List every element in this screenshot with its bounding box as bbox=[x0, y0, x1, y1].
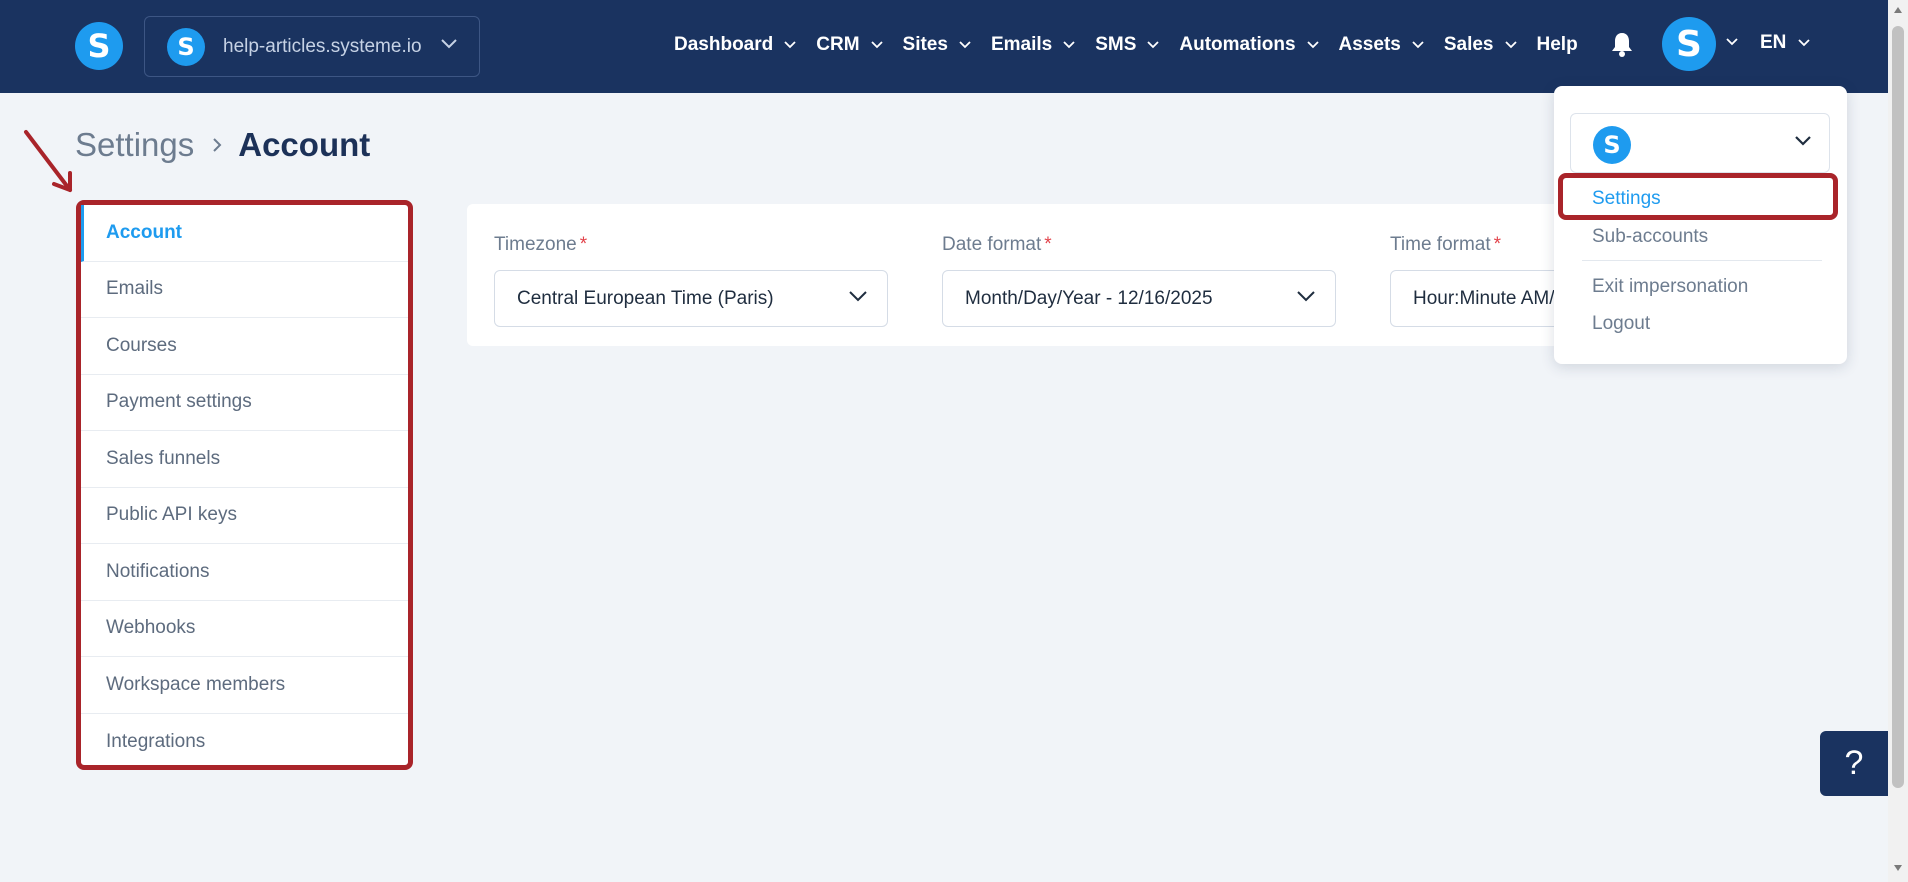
chevron-down-icon bbox=[1504, 41, 1517, 49]
timezone-label: Timezone * bbox=[494, 234, 888, 260]
nav-item-sites[interactable]: Sites bbox=[903, 34, 971, 56]
nav-item-dashboard[interactable]: Dashboard bbox=[674, 34, 796, 56]
time-format-label-text: Time format bbox=[1390, 234, 1491, 255]
sidebar-item-notifications[interactable]: Notifications bbox=[81, 544, 408, 601]
chevron-right-icon bbox=[213, 138, 222, 152]
chevron-down-icon bbox=[959, 41, 971, 49]
chevron-down-icon bbox=[784, 41, 796, 49]
date-format-label: Date format * bbox=[942, 234, 1336, 260]
nav-label: CRM bbox=[816, 34, 860, 55]
timezone-field: Timezone * Central European Time (Paris) bbox=[494, 234, 888, 327]
timezone-label-text: Timezone bbox=[494, 234, 577, 255]
workspace-logo: S bbox=[167, 27, 205, 66]
scrollbar-thumb[interactable] bbox=[1892, 26, 1904, 788]
nav-label: Dashboard bbox=[674, 34, 774, 55]
scroll-up-arrow-icon[interactable] bbox=[1893, 6, 1903, 14]
sidebar-item-sales-funnels[interactable]: Sales funnels bbox=[81, 431, 408, 488]
sidebar-item-workspace-members[interactable]: Workspace members bbox=[81, 657, 408, 714]
timezone-select[interactable]: Central European Time (Paris) bbox=[494, 270, 888, 327]
sidebar-item-integrations[interactable]: Integrations bbox=[81, 714, 408, 771]
breadcrumb: Settings Account bbox=[75, 126, 370, 164]
nav-label: Sales bbox=[1443, 34, 1494, 55]
nav-label: Assets bbox=[1338, 34, 1401, 55]
chevron-down-icon bbox=[1412, 41, 1424, 49]
language-label: EN bbox=[1760, 32, 1787, 53]
date-format-label-text: Date format bbox=[942, 234, 1042, 255]
date-format-select[interactable]: Month/Day/Year - 12/16/2025 bbox=[942, 270, 1336, 327]
nav-item-sms[interactable]: SMS bbox=[1095, 34, 1160, 56]
sidebar-item-account[interactable]: Account bbox=[81, 205, 408, 262]
main-nav: Dashboard CRM Sites Emails SMS Automatio… bbox=[674, 0, 1578, 90]
date-format-value: Month/Day/Year - 12/16/2025 bbox=[965, 287, 1213, 309]
required-marker: * bbox=[579, 234, 588, 255]
nav-item-emails[interactable]: Emails bbox=[991, 34, 1075, 56]
app-logo[interactable]: S bbox=[75, 22, 123, 70]
chevron-down-icon bbox=[1798, 39, 1811, 47]
menu-divider bbox=[1582, 260, 1822, 261]
settings-highlight-box bbox=[1558, 173, 1838, 220]
breadcrumb-settings-link[interactable]: Settings bbox=[75, 126, 194, 164]
chevron-down-icon bbox=[1795, 136, 1811, 146]
page-scrollbar[interactable] bbox=[1888, 0, 1908, 882]
menu-item-logout[interactable]: Logout bbox=[1592, 313, 1650, 335]
scroll-down-arrow-icon[interactable] bbox=[1893, 864, 1903, 872]
sidebar-item-emails[interactable]: Emails bbox=[81, 262, 408, 318]
nav-item-sales[interactable]: Sales bbox=[1444, 34, 1517, 56]
sidebar-item-payment-settings[interactable]: Payment settings bbox=[81, 375, 408, 431]
chevron-down-icon bbox=[849, 291, 867, 302]
workspace-selector[interactable]: S help-articles.systeme.io bbox=[144, 16, 480, 77]
chevron-down-icon bbox=[1147, 41, 1160, 49]
nav-label: Sites bbox=[902, 34, 948, 55]
top-navigation-bar: S S help-articles.systeme.io Dashboard C… bbox=[0, 0, 1888, 93]
sidebar-item-public-api-keys[interactable]: Public API keys bbox=[81, 488, 408, 544]
workspace-name: help-articles.systeme.io bbox=[223, 35, 422, 57]
account-settings-card: Timezone * Central European Time (Paris) … bbox=[467, 204, 1784, 346]
nav-label: SMS bbox=[1095, 34, 1137, 55]
sidebar-item-courses[interactable]: Courses bbox=[81, 318, 408, 375]
user-avatar[interactable]: S bbox=[1662, 17, 1716, 71]
language-selector[interactable]: EN bbox=[1760, 32, 1811, 54]
chevron-down-icon bbox=[1063, 41, 1075, 49]
timezone-value: Central European Time (Paris) bbox=[517, 287, 774, 309]
bell-icon[interactable] bbox=[1610, 31, 1634, 57]
nav-item-assets[interactable]: Assets bbox=[1339, 34, 1424, 56]
chevron-down-icon bbox=[1306, 41, 1319, 49]
nav-label: Help bbox=[1536, 34, 1578, 55]
chevron-down-icon bbox=[1297, 291, 1315, 302]
nav-label: Automations bbox=[1179, 34, 1296, 55]
nav-item-help[interactable]: Help bbox=[1537, 34, 1578, 56]
settings-sidebar: Account Emails Courses Payment settings … bbox=[76, 200, 413, 770]
user-dropdown-menu: S Settings Sub-accounts Exit impersonati… bbox=[1554, 86, 1847, 364]
account-switcher[interactable]: S bbox=[1570, 113, 1830, 173]
help-button[interactable]: ? bbox=[1820, 731, 1888, 796]
menu-item-sub-accounts[interactable]: Sub-accounts bbox=[1592, 226, 1708, 248]
menu-item-exit-impersonation[interactable]: Exit impersonation bbox=[1592, 276, 1748, 298]
annotation-arrow-icon bbox=[24, 130, 72, 192]
required-marker: * bbox=[1044, 234, 1052, 255]
chevron-down-icon[interactable] bbox=[1726, 38, 1738, 46]
chevron-down-icon bbox=[870, 41, 883, 49]
page-title: Account bbox=[238, 126, 371, 163]
required-marker: * bbox=[1493, 234, 1502, 255]
nav-label: Emails bbox=[990, 34, 1053, 55]
date-format-field: Date format * Month/Day/Year - 12/16/2025 bbox=[942, 234, 1336, 327]
chevron-down-icon bbox=[441, 39, 457, 49]
nav-item-automations[interactable]: Automations bbox=[1179, 34, 1319, 56]
nav-item-crm[interactable]: CRM bbox=[816, 34, 883, 56]
sidebar-item-webhooks[interactable]: Webhooks bbox=[81, 601, 408, 657]
account-logo: S bbox=[1593, 126, 1631, 164]
